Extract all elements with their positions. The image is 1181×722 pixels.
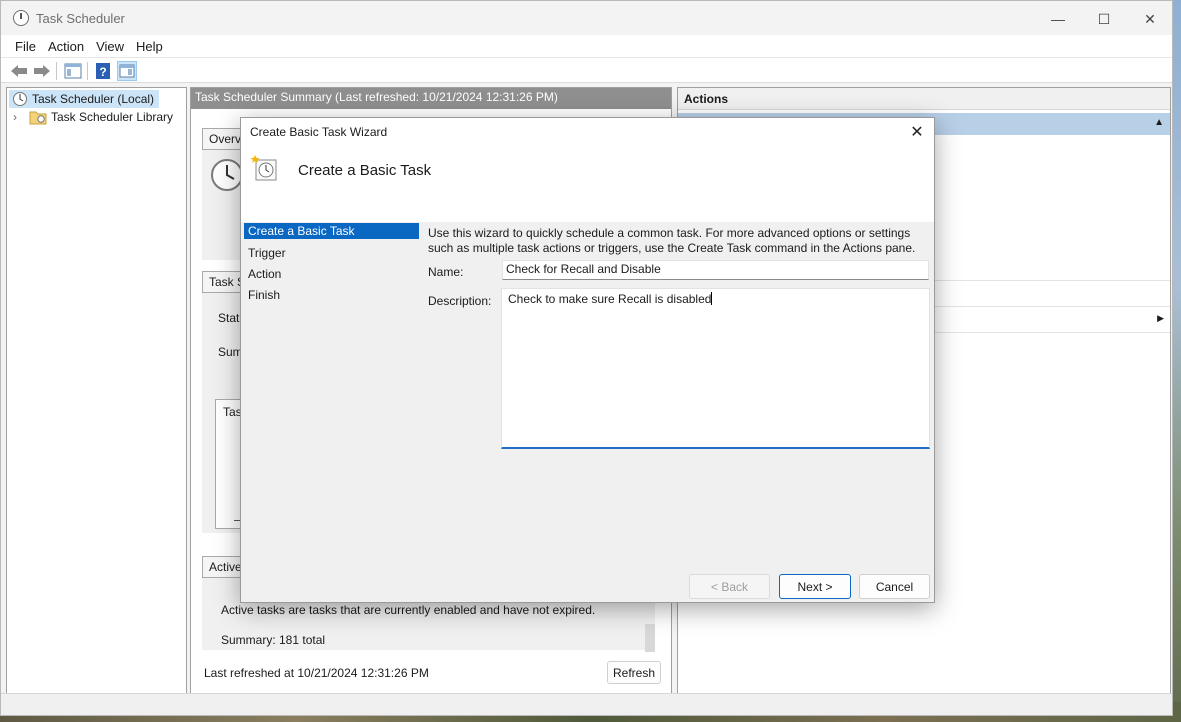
text-caret xyxy=(711,292,713,305)
dialog-header: Create a Basic Task xyxy=(241,146,934,222)
chevron-right-icon[interactable]: › xyxy=(13,110,25,124)
task-column-header: Tas xyxy=(223,405,242,419)
close-icon[interactable]: ✕ xyxy=(904,120,930,144)
show-hide-action-pane-icon[interactable] xyxy=(117,61,137,81)
folder-icon xyxy=(29,111,47,125)
help-icon[interactable]: ? xyxy=(93,61,113,81)
clock-icon xyxy=(13,92,27,106)
cancel-button[interactable]: Cancel xyxy=(859,574,930,599)
dialog-title-bar[interactable]: Create Basic Task Wizard ✕ xyxy=(241,118,934,146)
dialog-heading: Create a Basic Task xyxy=(298,162,432,179)
status-bar xyxy=(1,693,1172,715)
overview-section-body xyxy=(202,150,243,260)
last-refreshed-text: Last refreshed at 10/21/2024 12:31:26 PM xyxy=(204,666,429,680)
next-button[interactable]: Next > xyxy=(779,574,851,599)
minimize-button[interactable]: — xyxy=(1035,7,1081,31)
step-create-basic-task[interactable]: Create a Basic Task xyxy=(244,223,419,239)
back-button[interactable]: < Back xyxy=(689,574,770,599)
menu-bar: File Action View Help xyxy=(1,35,1172,57)
back-arrow-icon[interactable] xyxy=(9,61,29,81)
new-task-icon xyxy=(250,155,277,181)
step-action[interactable]: Action xyxy=(244,265,419,286)
menu-action[interactable]: Action xyxy=(42,39,90,54)
tree-item-task-scheduler-local[interactable]: Task Scheduler (Local) xyxy=(9,90,160,108)
task-status-section-title[interactable]: Task S xyxy=(202,271,242,293)
task-status-list[interactable]: Tas xyxy=(215,399,242,529)
tree-item-label: Task Scheduler Library xyxy=(51,110,174,124)
menu-view[interactable]: View xyxy=(90,39,130,54)
active-tasks-summary: Summary: 181 total xyxy=(221,633,326,647)
step-trigger[interactable]: Trigger xyxy=(244,244,419,265)
description-text: Check to make sure Recall is disabled xyxy=(508,292,712,306)
summary-label: Sum xyxy=(218,345,243,359)
menu-file[interactable]: File xyxy=(9,39,42,54)
task-name-input[interactable]: Check for Recall and Disable xyxy=(502,260,929,280)
scrollbar-thumb[interactable] xyxy=(645,624,655,652)
chevron-up-icon[interactable]: ▲ xyxy=(1154,117,1164,128)
tree-item-task-scheduler-library[interactable]: › Task Scheduler Library xyxy=(13,108,173,126)
name-label: Name: xyxy=(428,265,464,279)
title-bar[interactable]: Task Scheduler — ☐ ✕ xyxy=(1,1,1172,37)
wizard-intro-text: Use this wizard to quickly schedule a co… xyxy=(428,226,918,256)
step-finish[interactable]: Finish xyxy=(244,286,419,307)
toolbar-separator xyxy=(56,62,57,80)
chevron-right-icon[interactable]: ▶ xyxy=(1157,313,1164,324)
description-label: Description: xyxy=(428,294,492,308)
summary-header: Task Scheduler Summary (Last refreshed: … xyxy=(191,88,671,109)
close-button[interactable]: ✕ xyxy=(1127,7,1173,31)
menu-help[interactable]: Help xyxy=(130,39,169,54)
toolbar-separator xyxy=(87,62,88,80)
clock-icon xyxy=(211,159,243,191)
active-tasks-section-title[interactable]: Active xyxy=(202,556,242,578)
intro-line: such as multiple task actions or trigger… xyxy=(428,241,916,255)
task-description-input[interactable]: Check to make sure Recall is disabled xyxy=(501,288,930,449)
navigation-tree: Task Scheduler (Local) › Task Scheduler … xyxy=(6,87,187,695)
dialog-title: Create Basic Task Wizard xyxy=(250,125,388,139)
window-title: Task Scheduler xyxy=(36,11,125,26)
tree-item-label: Task Scheduler (Local) xyxy=(32,92,155,106)
intro-line: Use this wizard to quickly schedule a co… xyxy=(428,226,911,240)
svg-text:?: ? xyxy=(99,65,106,79)
actions-header: Actions xyxy=(678,88,1170,110)
forward-arrow-icon[interactable] xyxy=(32,61,52,81)
wizard-steps: Create a Basic Task Trigger Action Finis… xyxy=(244,223,419,307)
clock-icon xyxy=(13,10,29,26)
active-tasks-description: Active tasks are tasks that are currentl… xyxy=(221,603,596,617)
create-basic-task-wizard-dialog: Create Basic Task Wizard ✕ Create a Basi… xyxy=(240,117,935,603)
show-hide-tree-icon[interactable] xyxy=(63,61,83,81)
toolbar: ? xyxy=(1,57,1172,83)
overview-section-title[interactable]: Overvi xyxy=(202,128,242,150)
maximize-button[interactable]: ☐ xyxy=(1081,7,1127,31)
refresh-button[interactable]: Refresh xyxy=(607,661,661,684)
